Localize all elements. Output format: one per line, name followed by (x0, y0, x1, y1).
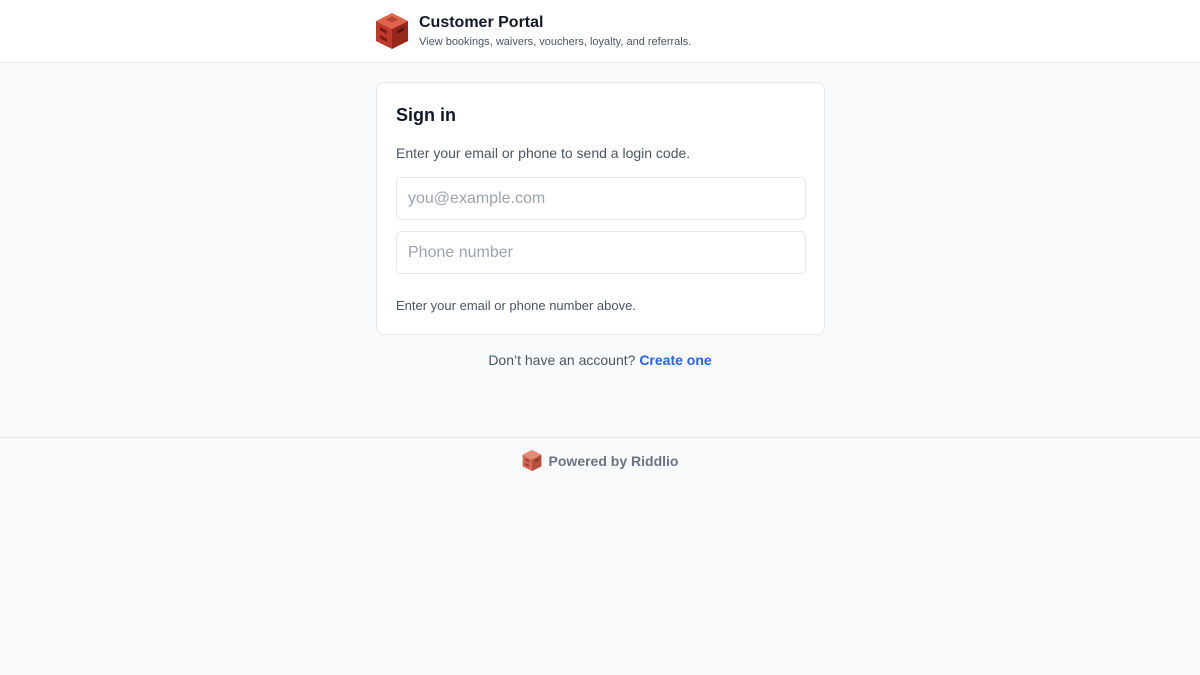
app-root: Customer Portal View bookings, waivers, … (0, 0, 1200, 675)
portal-header: Customer Portal View bookings, waivers, … (0, 0, 1200, 63)
email-input[interactable] (396, 177, 806, 220)
footer-divider (0, 437, 1200, 438)
signin-description: Enter your email or phone to send a logi… (396, 145, 691, 161)
signin-title: Sign in (396, 105, 456, 125)
no-account-prompt: Don’t have an account? (488, 352, 636, 368)
phone-input[interactable] (396, 231, 806, 274)
portal-subtitle: View bookings, waivers, vouchers, loyalt… (419, 35, 692, 48)
portal-footer: Powered by Riddlio (0, 449, 1200, 472)
signin-card: Sign in Enter your email or phone to sen… (376, 82, 825, 335)
header-text: Customer Portal View bookings, waivers, … (419, 13, 691, 50)
header-brand: Customer Portal View bookings, waivers, … (375, 12, 691, 50)
signin-hint: Enter your email or phone number above. (396, 298, 636, 313)
portal-title: Customer Portal (419, 13, 544, 31)
riddlio-logo-icon (522, 449, 541, 472)
create-account-line: Don’t have an account? Create one (0, 351, 1200, 369)
powered-by-text: Powered by Riddlio (548, 452, 679, 469)
create-account-link[interactable]: Create one (639, 352, 711, 368)
riddlio-logo-icon (376, 13, 408, 49)
